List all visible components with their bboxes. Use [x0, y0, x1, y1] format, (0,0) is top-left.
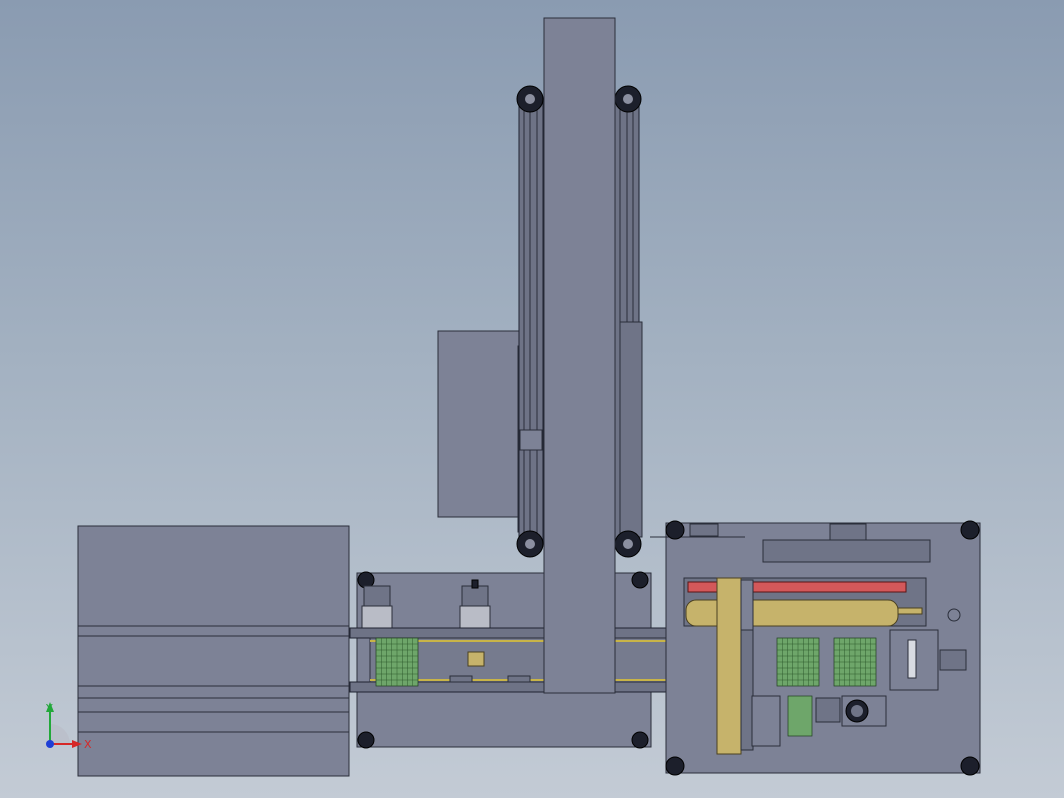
- cad-viewport[interactable]: Y X: [0, 0, 1064, 798]
- central-column[interactable]: [543, 17, 616, 694]
- sample-tray-left[interactable]: [375, 637, 419, 687]
- x-axis-label: X: [84, 738, 92, 751]
- left-enclosure[interactable]: [77, 525, 350, 777]
- assembly-drawing[interactable]: Y X: [0, 0, 1064, 798]
- z-axis-dot: [46, 740, 54, 748]
- vertical-gold-arm[interactable]: [716, 577, 754, 755]
- y-axis-label: Y: [45, 702, 53, 715]
